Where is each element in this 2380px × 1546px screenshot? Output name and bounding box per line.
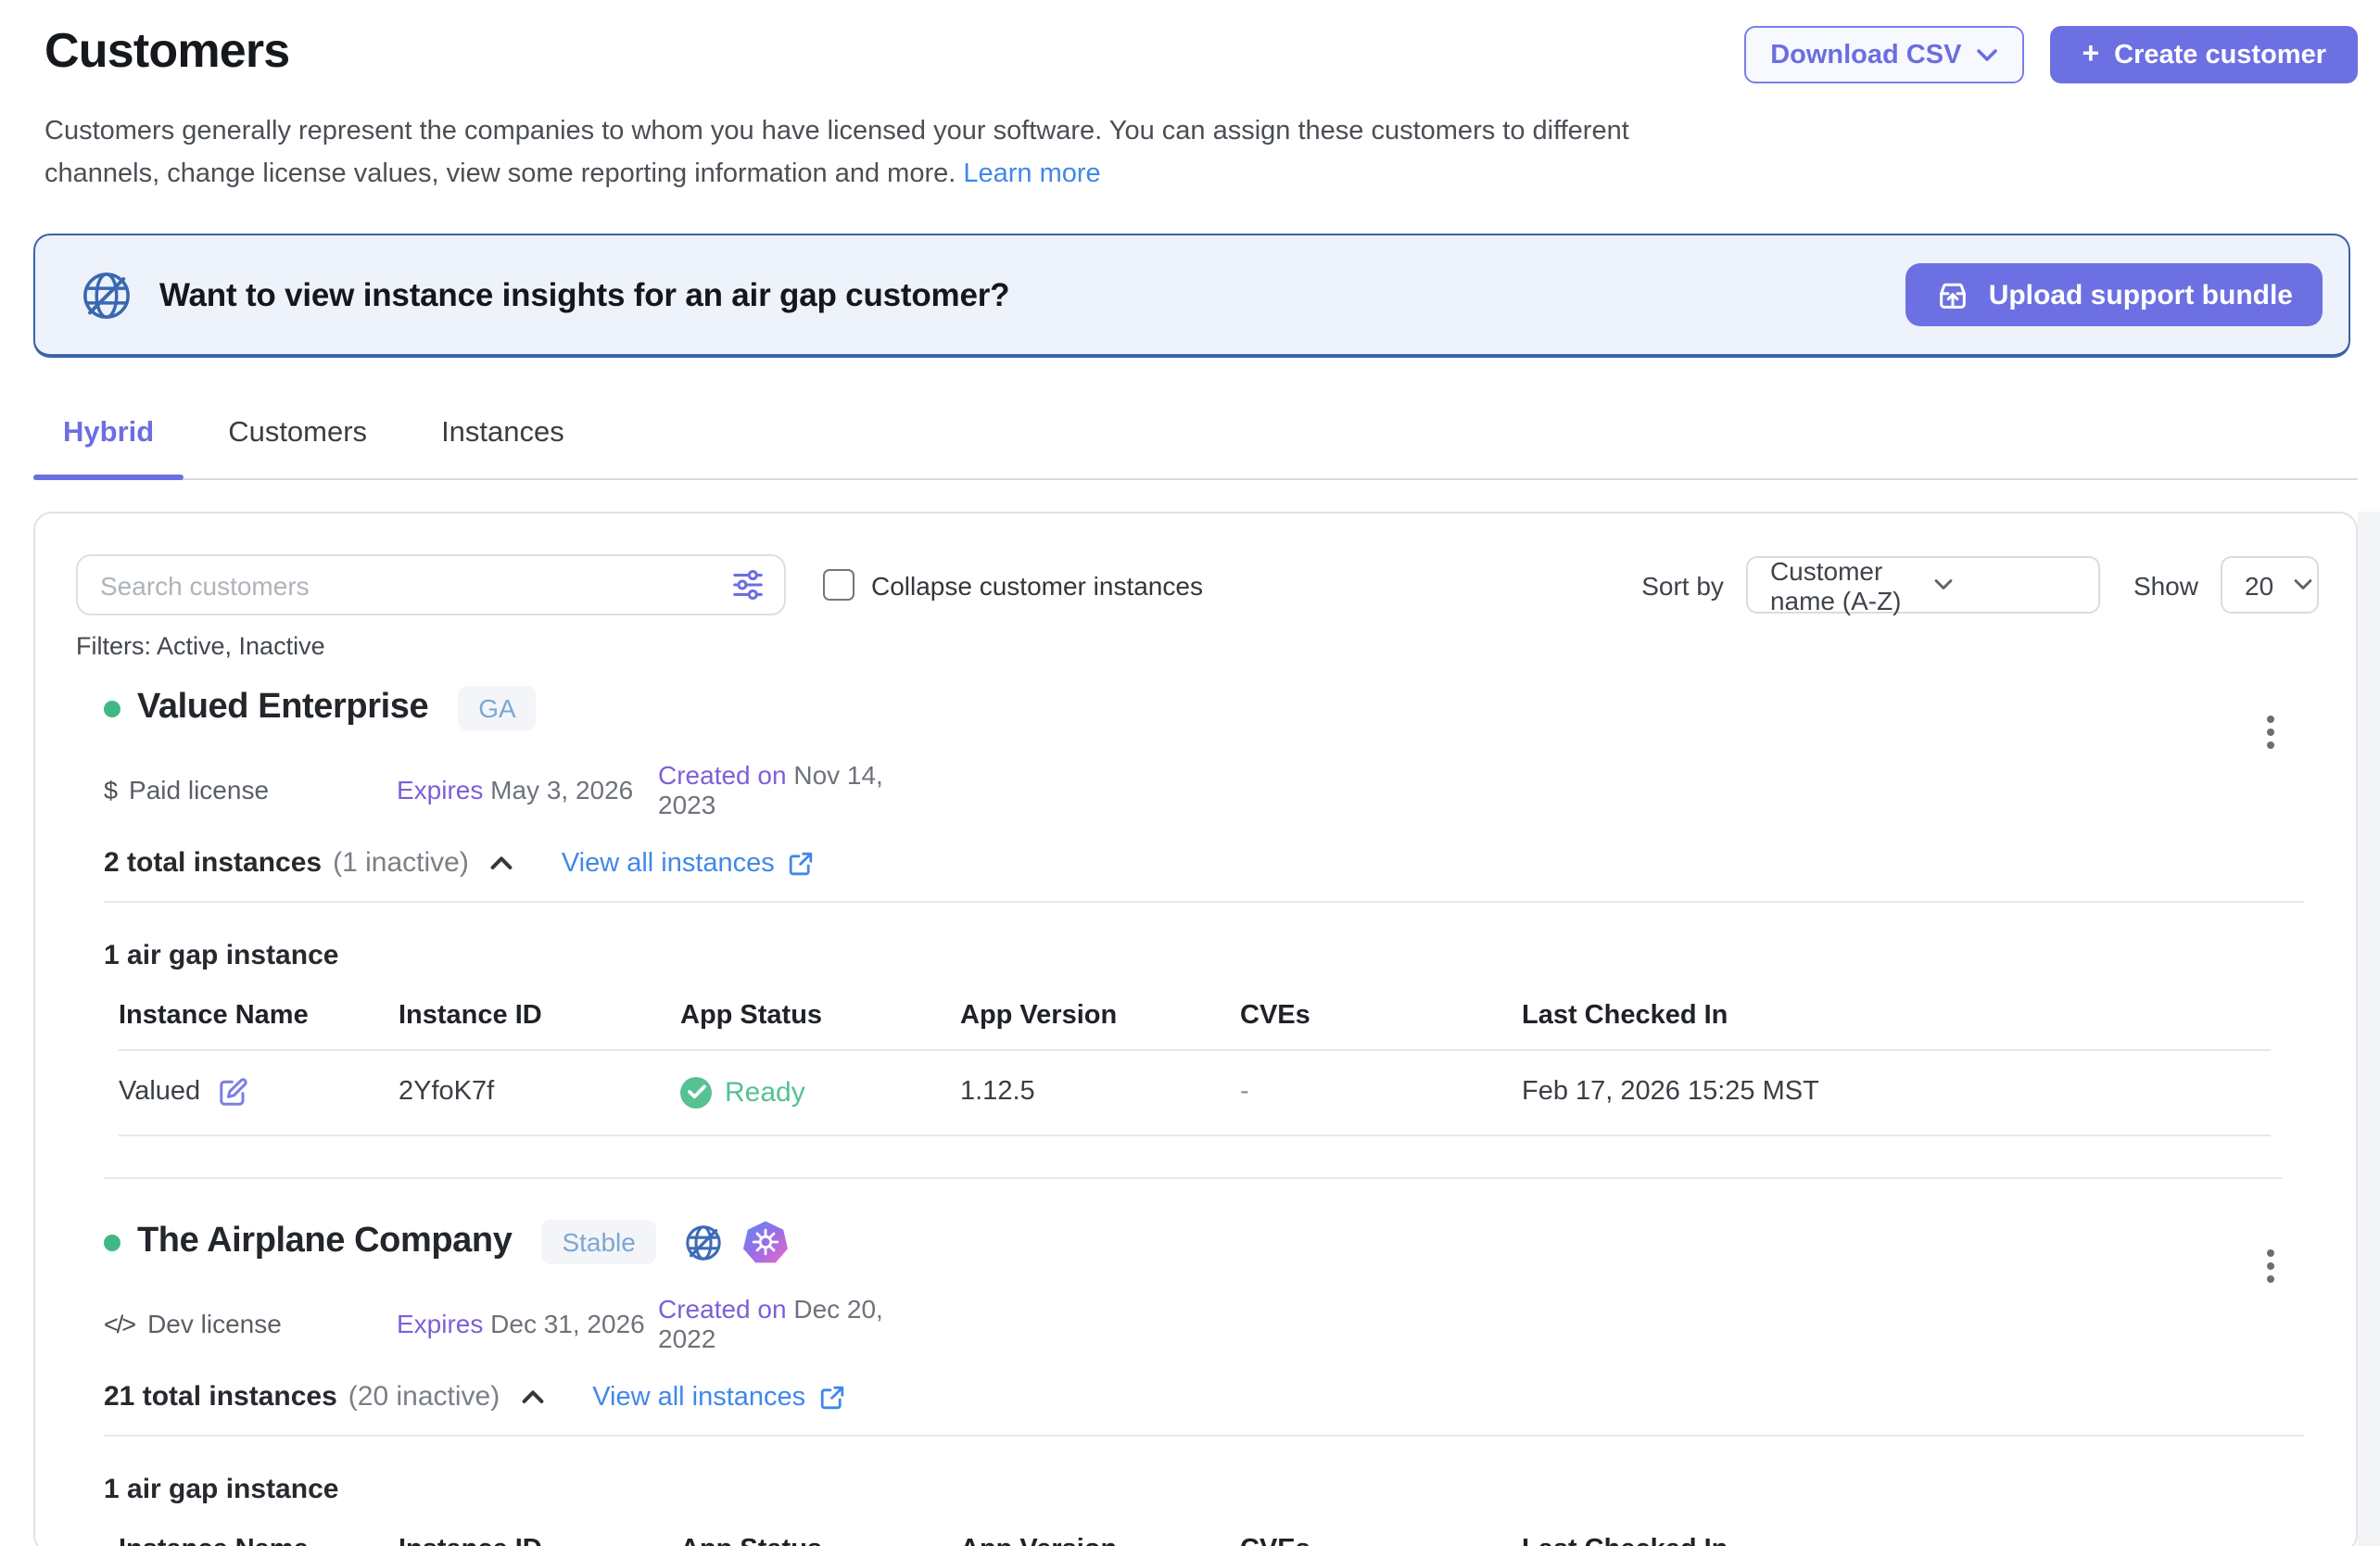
channel-badge: Stable	[541, 1220, 655, 1264]
kebab-menu-icon[interactable]	[2263, 1246, 2278, 1286]
show-select[interactable]: 20	[2221, 556, 2319, 614]
airgap-section-heading: 1 air gap instance	[104, 940, 2304, 971]
tab-hybrid[interactable]: Hybrid	[33, 417, 184, 478]
instances-table-header: Instance Name Instance ID App Status App…	[119, 1535, 2271, 1546]
license-type: $ Paid license	[104, 775, 397, 805]
license-meta-row: </> Dev license Expires Dec 31, 2026 Cre…	[104, 1294, 2304, 1353]
active-status-dot	[104, 1234, 120, 1250]
search-wrap	[76, 554, 786, 615]
customer-name[interactable]: Valued Enterprise	[137, 688, 428, 729]
instances-table: Instance Name Instance ID App Status App…	[119, 1001, 2271, 1136]
banner-title: Want to view instance insights for an ai…	[159, 275, 1009, 314]
customer-header: Valued Enterprise GA	[104, 686, 2304, 730]
active-status-dot	[104, 700, 120, 716]
scrollbar-track[interactable]	[2358, 512, 2380, 1546]
last-checked-in: Feb 17, 2026 15:25 MST	[1522, 1077, 2271, 1107]
total-instances: 21 total instances	[104, 1381, 337, 1413]
customers-card: Collapse customer instances Sort by Cust…	[33, 512, 2358, 1546]
dollar-icon: $	[104, 776, 116, 804]
instance-table-row: Valued 2YfoK7f	[119, 1051, 2271, 1136]
page-description: Customers generally represent the compan…	[44, 111, 1713, 196]
license-meta-row: $ Paid license Expires May 3, 2026 Creat…	[104, 760, 2304, 819]
created-date: Created on Dec 20, 2022	[658, 1294, 919, 1353]
search-input[interactable]	[76, 554, 786, 615]
tab-bar: Hybrid Customers Instances	[33, 358, 2358, 480]
chevron-up-icon[interactable]	[489, 855, 513, 871]
customer-capability-icons	[682, 1220, 788, 1264]
chevron-down-icon	[1934, 578, 2080, 591]
view-all-instances-link[interactable]: View all instances	[562, 848, 814, 878]
customer-separator	[104, 1177, 2282, 1179]
plus-icon: +	[2082, 38, 2099, 71]
created-date: Created on Nov 14, 2023	[658, 760, 919, 819]
toolbar: Collapse customer instances Sort by Cust…	[76, 554, 2319, 615]
view-all-instances-link[interactable]: View all instances	[592, 1382, 844, 1412]
download-csv-button[interactable]: Download CSV	[1744, 26, 2024, 83]
sort-select[interactable]: Customer name (A-Z)	[1746, 556, 2100, 614]
cves: -	[1240, 1077, 1522, 1107]
upload-icon	[1935, 277, 1970, 312]
instances-table-header: Instance Name Instance ID App Status App…	[119, 1001, 2271, 1051]
tab-instances[interactable]: Instances	[411, 417, 594, 478]
instances-summary-row: 2 total instances (1 inactive) View all …	[104, 847, 2304, 879]
tab-customers[interactable]: Customers	[198, 417, 397, 478]
header-actions: Download CSV + Create customer	[1744, 26, 2358, 83]
instances-summary-row: 21 total instances (20 inactive) View al…	[104, 1381, 2304, 1413]
license-type: </> Dev license	[104, 1309, 397, 1338]
page-title: Customers	[44, 22, 289, 80]
active-filters-text: Filters: Active, Inactive	[76, 632, 2319, 660]
customer-row-valued-enterprise: Valued Enterprise GA $ Paid license Expi…	[104, 686, 2304, 1136]
globe-slash-icon	[78, 266, 135, 323]
kubernetes-icon	[743, 1220, 788, 1264]
chevron-down-icon	[2292, 578, 2312, 591]
instance-id: 2YfoK7f	[399, 1077, 680, 1107]
collapse-instances-checkbox[interactable]	[823, 569, 855, 601]
divider	[104, 901, 2304, 903]
external-link-icon	[788, 850, 814, 876]
instances-table: Instance Name Instance ID App Status App…	[119, 1535, 2271, 1546]
sort-by-label: Sort by	[1641, 570, 1724, 600]
app-status: Ready	[680, 1076, 960, 1108]
code-icon: </>	[104, 1310, 134, 1337]
airgap-banner: Want to view instance insights for an ai…	[33, 234, 2350, 358]
customers-page: Customers Download CSV + Create customer…	[0, 0, 2380, 1546]
channel-badge: GA	[458, 686, 536, 730]
external-link-icon	[818, 1384, 844, 1410]
expires-date: Expires Dec 31, 2026	[397, 1309, 658, 1338]
total-instances: 2 total instances	[104, 847, 322, 879]
app-version: 1.12.5	[960, 1077, 1240, 1107]
check-circle-icon	[680, 1076, 712, 1108]
create-customer-button[interactable]: + Create customer	[2050, 26, 2358, 83]
page-header: Customers Download CSV + Create customer	[0, 0, 2380, 83]
customer-row-the-airplane-company: The Airplane Company Stable	[104, 1220, 2304, 1546]
customer-header: The Airplane Company Stable	[104, 1220, 2304, 1264]
airgap-section-heading: 1 air gap instance	[104, 1474, 2304, 1505]
chevron-down-icon	[1976, 47, 1998, 62]
filter-sliders-icon[interactable]	[730, 567, 766, 602]
inactive-instances: (1 inactive)	[333, 847, 469, 879]
expires-date: Expires May 3, 2026	[397, 775, 658, 805]
divider	[104, 1435, 2304, 1437]
instance-name: Valued	[119, 1077, 200, 1107]
learn-more-link[interactable]: Learn more	[963, 159, 1100, 189]
collapse-instances-label: Collapse customer instances	[871, 570, 1203, 600]
customer-name[interactable]: The Airplane Company	[137, 1222, 512, 1262]
inactive-instances: (20 inactive)	[348, 1381, 500, 1413]
tab-content: Collapse customer instances Sort by Cust…	[0, 512, 2380, 1546]
upload-support-bundle-button[interactable]: Upload support bundle	[1905, 263, 2323, 326]
globe-slash-icon	[682, 1221, 725, 1263]
kebab-menu-icon[interactable]	[2263, 712, 2278, 753]
show-label: Show	[2133, 570, 2198, 600]
sort-controls: Sort by Customer name (A-Z) Show 20	[1641, 556, 2319, 614]
edit-icon[interactable]	[217, 1075, 250, 1109]
chevron-up-icon[interactable]	[520, 1388, 544, 1405]
